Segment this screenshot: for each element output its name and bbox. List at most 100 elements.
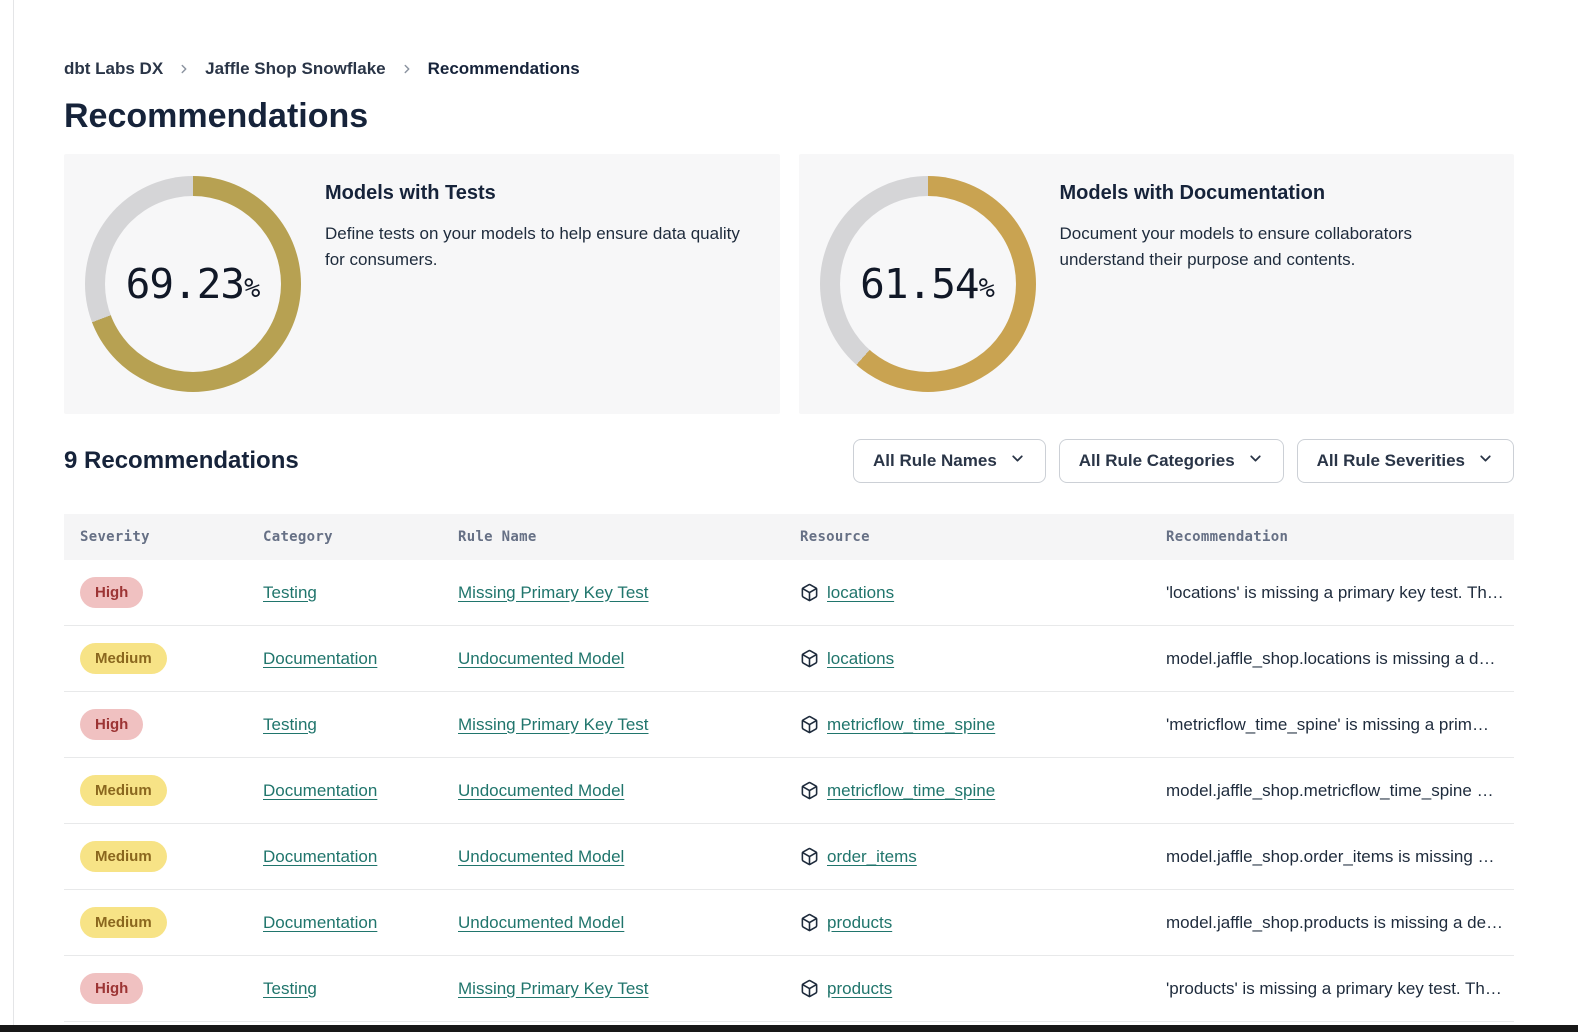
model-cube-icon (800, 913, 819, 932)
table-row: Medium Documentation Undocumented Model … (64, 890, 1514, 956)
severity-badge: Medium (80, 907, 167, 938)
filter-label: All Rule Names (873, 451, 997, 471)
chevron-down-icon (1247, 450, 1264, 472)
rule-name-link[interactable]: Missing Primary Key Test (458, 583, 649, 602)
column-header-recommendation: Recommendation (1150, 529, 1514, 545)
rule-names-filter-dropdown[interactable]: All Rule Names (853, 439, 1046, 483)
recommendations-table: Severity Category Rule Name Resource Rec… (64, 514, 1514, 1022)
resource-link[interactable]: locations (827, 649, 894, 669)
category-link[interactable]: Documentation (263, 913, 377, 932)
recommendation-text: 'metricflow_time_spine' is missing a pri… (1166, 715, 1514, 735)
table-row: Medium Documentation Undocumented Model … (64, 824, 1514, 890)
models-with-documentation-card: 61.54% Models with Documentation Documen… (799, 154, 1515, 414)
column-header-resource: Resource (784, 529, 1150, 545)
recommendation-cell: 'products' is missing a primary key test… (1150, 979, 1514, 999)
category-link[interactable]: Documentation (263, 649, 377, 668)
rule-name-cell: Undocumented Model (442, 847, 784, 867)
filter-bar: All Rule Names All Rule Categories All R… (853, 439, 1514, 483)
documentation-donut-chart: 61.54% (820, 176, 1036, 392)
resource-link[interactable]: metricflow_time_spine (827, 781, 995, 801)
recommendations-page: dbt Labs DX Jaffle Shop Snowflake Recomm… (0, 0, 1578, 1022)
filter-label: All Rule Categories (1079, 451, 1235, 471)
card-description: Document your models to ensure collabora… (1060, 221, 1487, 273)
table-header-row: Severity Category Rule Name Resource Rec… (64, 514, 1514, 560)
breadcrumb-item-project[interactable]: Jaffle Shop Snowflake (205, 59, 385, 79)
severity-badge: Medium (80, 643, 167, 674)
table-row: High Testing Missing Primary Key Test pr… (64, 956, 1514, 1022)
rule-name-cell: Missing Primary Key Test (442, 583, 784, 603)
table-row: High Testing Missing Primary Key Test lo… (64, 560, 1514, 626)
left-edge-divider (13, 0, 14, 1032)
recommendation-cell: 'locations' is missing a primary key tes… (1150, 583, 1514, 603)
table-row: Medium Documentation Undocumented Model … (64, 626, 1514, 692)
recommendation-text: 'products' is missing a primary key test… (1166, 979, 1514, 999)
recommendation-text: model.jaffle_shop.products is missing a … (1166, 913, 1514, 933)
category-link[interactable]: Testing (263, 979, 317, 998)
breadcrumb: dbt Labs DX Jaffle Shop Snowflake Recomm… (64, 58, 1514, 80)
category-cell: Documentation (247, 781, 442, 801)
category-link[interactable]: Testing (263, 583, 317, 602)
rule-name-link[interactable]: Missing Primary Key Test (458, 715, 649, 734)
resource-link[interactable]: order_items (827, 847, 917, 867)
recommendation-text: model.jaffle_shop.locations is missing a… (1166, 649, 1514, 669)
severity-badge: High (80, 577, 143, 608)
percent-value: 61.54 (860, 260, 978, 308)
chevron-right-icon (400, 62, 414, 76)
rule-name-cell: Undocumented Model (442, 781, 784, 801)
severity-badge: High (80, 709, 143, 740)
breadcrumb-item-account[interactable]: dbt Labs DX (64, 59, 163, 79)
chevron-down-icon (1477, 450, 1494, 472)
category-cell: Testing (247, 715, 442, 735)
category-cell: Documentation (247, 913, 442, 933)
category-link[interactable]: Documentation (263, 847, 377, 866)
column-header-severity: Severity (64, 529, 247, 545)
category-cell: Testing (247, 979, 442, 999)
recommendation-cell: 'metricflow_time_spine' is missing a pri… (1150, 715, 1514, 735)
rule-name-link[interactable]: Undocumented Model (458, 649, 624, 668)
severity-cell: Medium (64, 907, 247, 938)
model-cube-icon (800, 847, 819, 866)
category-cell: Documentation (247, 847, 442, 867)
rule-name-link[interactable]: Missing Primary Key Test (458, 979, 649, 998)
rule-categories-filter-dropdown[interactable]: All Rule Categories (1059, 439, 1284, 483)
recommendations-count: 9 Recommendations (64, 447, 299, 475)
card-text: Models with Tests Define tests on your m… (325, 176, 752, 273)
model-cube-icon (800, 649, 819, 668)
card-text: Models with Documentation Document your … (1060, 176, 1487, 273)
list-section-header: 9 Recommendations All Rule Names All Rul… (64, 438, 1514, 484)
recommendation-cell: model.jaffle_shop.products is missing a … (1150, 913, 1514, 933)
table-row: Medium Documentation Undocumented Model … (64, 758, 1514, 824)
column-header-category: Category (247, 529, 442, 545)
rule-name-cell: Missing Primary Key Test (442, 979, 784, 999)
category-link[interactable]: Documentation (263, 781, 377, 800)
rule-name-link[interactable]: Undocumented Model (458, 847, 624, 866)
filter-label: All Rule Severities (1317, 451, 1465, 471)
category-link[interactable]: Testing (263, 715, 317, 734)
recommendation-text: model.jaffle_shop.metricflow_time_spine … (1166, 781, 1514, 801)
severity-cell: High (64, 577, 247, 608)
resource-link[interactable]: locations (827, 583, 894, 603)
severity-badge: Medium (80, 775, 167, 806)
resource-link[interactable]: products (827, 913, 892, 933)
severity-badge: Medium (80, 841, 167, 872)
models-with-tests-card: 69.23% Models with Tests Define tests on… (64, 154, 780, 414)
rule-name-link[interactable]: Undocumented Model (458, 913, 624, 932)
rule-severities-filter-dropdown[interactable]: All Rule Severities (1297, 439, 1514, 483)
chevron-down-icon (1009, 450, 1026, 472)
breadcrumb-item-current: Recommendations (428, 59, 580, 79)
resource-link[interactable]: metricflow_time_spine (827, 715, 995, 735)
clipped-bottom-bar (0, 1025, 1578, 1032)
table-row: High Testing Missing Primary Key Test me… (64, 692, 1514, 758)
tests-donut-chart: 69.23% (85, 176, 301, 392)
resource-link[interactable]: products (827, 979, 892, 999)
severity-cell: Medium (64, 643, 247, 674)
model-cube-icon (800, 583, 819, 602)
rule-name-link[interactable]: Undocumented Model (458, 781, 624, 800)
model-cube-icon (800, 979, 819, 998)
resource-cell: metricflow_time_spine (784, 715, 1150, 735)
recommendation-text: 'locations' is missing a primary key tes… (1166, 583, 1514, 603)
category-cell: Testing (247, 583, 442, 603)
card-description: Define tests on your models to help ensu… (325, 221, 752, 273)
page-title: Recommendations (64, 96, 1514, 136)
resource-cell: products (784, 913, 1150, 933)
